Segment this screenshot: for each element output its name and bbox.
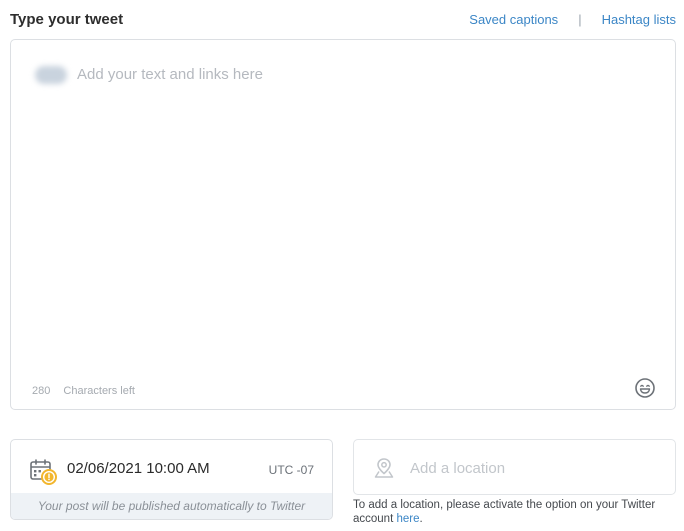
page-title: Type your tweet — [10, 11, 124, 28]
location-input[interactable] — [408, 456, 658, 480]
chars-left-label: Characters left — [63, 385, 135, 397]
link-separator: | — [578, 12, 582, 27]
tweet-editor: 280 Characters left — [10, 39, 676, 410]
schedule-time: 10:00 AM — [146, 460, 210, 477]
header-links: Saved captions | Hashtag lists — [469, 12, 676, 27]
avatar — [35, 66, 67, 84]
tweet-text-input[interactable] — [75, 64, 655, 384]
schedule-date: 02/06/2021 — [67, 460, 143, 477]
location-help-text: To add a location, please activate the o… — [353, 499, 683, 526]
location-note-end: . — [419, 512, 423, 525]
location-field — [353, 439, 676, 495]
timezone-label: UTC -07 — [268, 463, 314, 477]
chars-left-count: 280 — [32, 385, 51, 397]
calendar-clock-icon — [29, 458, 61, 488]
saved-captions-link[interactable]: Saved captions — [469, 12, 558, 27]
schedule-datetime: 02/06/2021 10:00 AM — [67, 460, 210, 477]
auto-publish-note: Your post will be published automaticall… — [11, 493, 332, 519]
activate-location-link[interactable]: here — [396, 513, 419, 525]
schedule-picker[interactable]: 02/06/2021 10:00 AM UTC -07 Your post wi… — [10, 439, 333, 520]
hashtag-lists-link[interactable]: Hashtag lists — [602, 12, 676, 27]
composer-header: Type your tweet Saved captions | Hashtag l… — [10, 8, 676, 30]
smiley-icon[interactable] — [634, 377, 656, 399]
location-pin-icon — [373, 457, 395, 479]
character-counter: 280 Characters left — [32, 385, 135, 397]
